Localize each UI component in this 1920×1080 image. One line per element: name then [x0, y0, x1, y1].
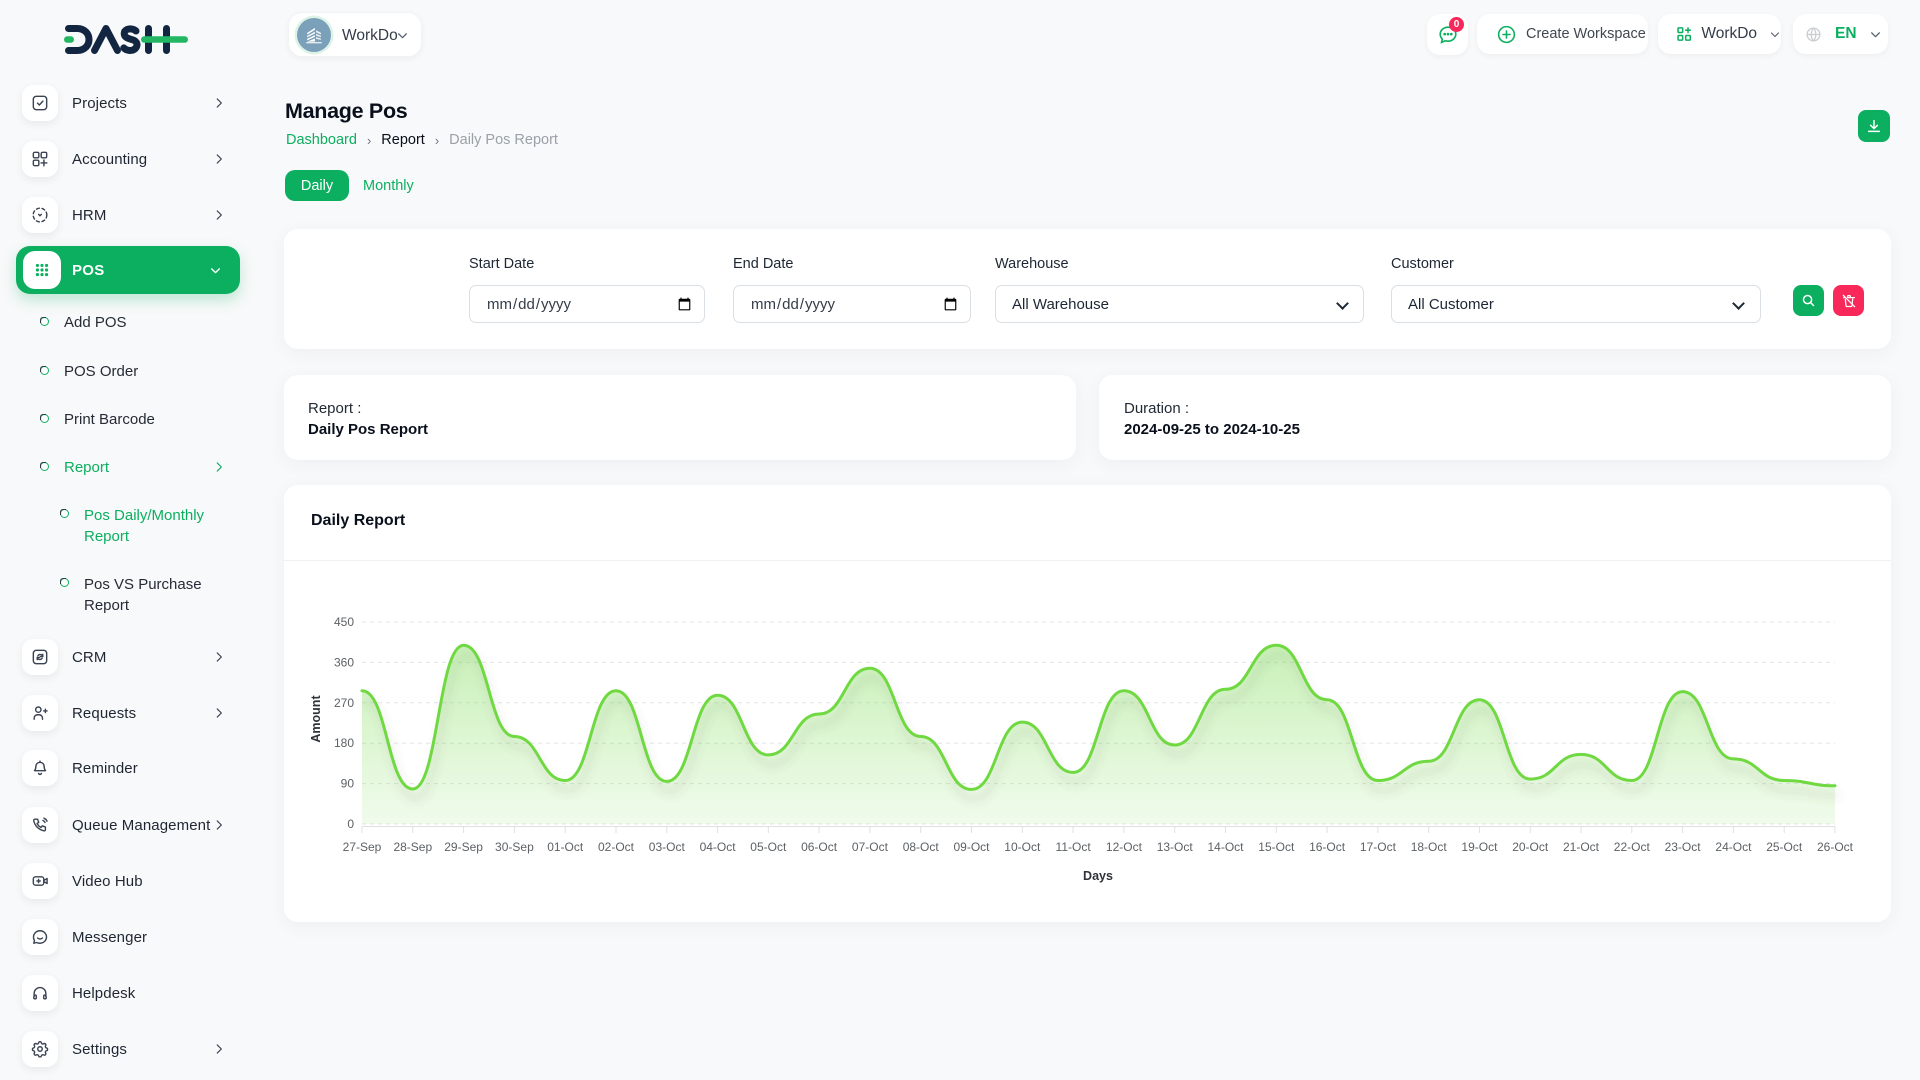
svg-text:360: 360 — [334, 655, 354, 669]
svg-text:14-Oct: 14-Oct — [1207, 840, 1244, 854]
svg-text:25-Oct: 25-Oct — [1766, 840, 1803, 854]
svg-text:29-Sep: 29-Sep — [444, 840, 483, 854]
svg-text:180: 180 — [334, 736, 354, 750]
svg-text:12-Oct: 12-Oct — [1106, 840, 1143, 854]
svg-text:450: 450 — [334, 615, 354, 629]
svg-text:20-Oct: 20-Oct — [1512, 840, 1549, 854]
svg-text:09-Oct: 09-Oct — [953, 840, 990, 854]
svg-text:Amount: Amount — [309, 695, 323, 743]
svg-text:07-Oct: 07-Oct — [852, 840, 889, 854]
svg-text:02-Oct: 02-Oct — [598, 840, 635, 854]
svg-text:23-Oct: 23-Oct — [1665, 840, 1702, 854]
svg-text:18-Oct: 18-Oct — [1411, 840, 1448, 854]
svg-text:27-Sep: 27-Sep — [343, 840, 382, 854]
svg-text:11-Oct: 11-Oct — [1056, 840, 1092, 854]
svg-text:10-Oct: 10-Oct — [1004, 840, 1041, 854]
svg-text:05-Oct: 05-Oct — [750, 840, 787, 854]
svg-text:17-Oct: 17-Oct — [1360, 840, 1397, 854]
svg-text:19-Oct: 19-Oct — [1461, 840, 1498, 854]
svg-text:21-Oct: 21-Oct — [1563, 840, 1600, 854]
svg-text:270: 270 — [334, 696, 354, 710]
svg-text:22-Oct: 22-Oct — [1614, 840, 1651, 854]
svg-text:16-Oct: 16-Oct — [1309, 840, 1346, 854]
svg-text:24-Oct: 24-Oct — [1715, 840, 1752, 854]
svg-text:30-Sep: 30-Sep — [495, 840, 534, 854]
svg-text:26-Oct: 26-Oct — [1817, 840, 1854, 854]
svg-text:03-Oct: 03-Oct — [649, 840, 686, 854]
svg-text:08-Oct: 08-Oct — [903, 840, 940, 854]
svg-text:90: 90 — [341, 777, 355, 791]
svg-text:13-Oct: 13-Oct — [1157, 840, 1194, 854]
svg-text:06-Oct: 06-Oct — [801, 840, 838, 854]
svg-text:04-Oct: 04-Oct — [700, 840, 737, 854]
svg-text:Days: Days — [1083, 869, 1113, 883]
svg-text:15-Oct: 15-Oct — [1258, 840, 1295, 854]
svg-text:28-Sep: 28-Sep — [393, 840, 432, 854]
svg-text:01-Oct: 01-Oct — [547, 840, 584, 854]
svg-text:0: 0 — [347, 817, 354, 831]
